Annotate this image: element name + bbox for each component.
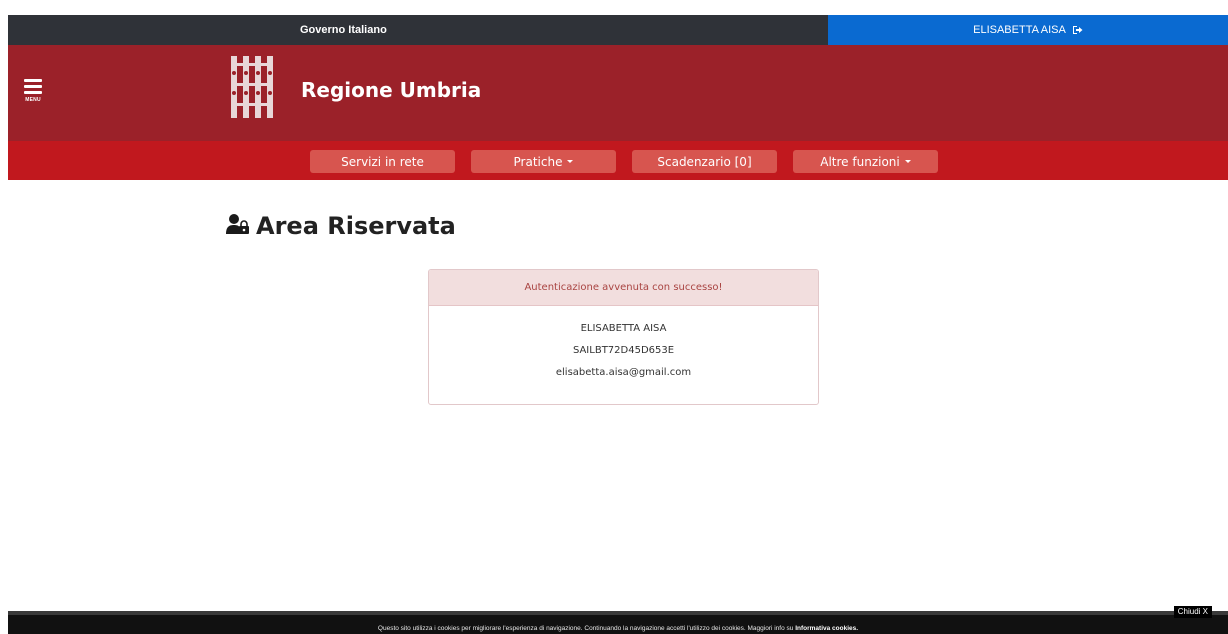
cookie-close-button[interactable]: Chiudi X <box>1173 606 1212 618</box>
government-section: Governo Italiano <box>8 15 828 45</box>
user-lock-icon <box>226 213 250 240</box>
main-navigation: Servizi in rete Pratiche Scadenzario [0]… <box>8 141 1228 180</box>
menu-label: MENU <box>25 97 41 103</box>
user-info-card: Autenticazione avvenuta con successo! EL… <box>428 269 819 405</box>
cookie-banner-border <box>8 611 1228 615</box>
nav-servizi-in-rete[interactable]: Servizi in rete <box>310 150 455 173</box>
nav-label: Scadenzario [0] <box>657 154 752 169</box>
cookie-banner: Chiudi X Questo sito utilizza i cookies … <box>8 606 1228 634</box>
page: Governo Italiano ELISABETTA AISA MENU Re… <box>0 0 1228 634</box>
government-label[interactable]: Governo Italiano <box>300 24 387 36</box>
page-title: Area Riservata <box>256 212 456 240</box>
user-fiscal-code: SAILBT72D45D653E <box>572 345 675 356</box>
hamburger-icon-line <box>24 85 42 88</box>
sign-out-icon <box>1072 25 1083 35</box>
nav-label: Servizi in rete <box>341 154 424 169</box>
cookie-message: Questo sito utilizza i cookies per migli… <box>8 625 1228 632</box>
nav-altre-funzioni[interactable]: Altre funzioni <box>793 150 938 173</box>
menu-button[interactable]: MENU <box>24 79 42 105</box>
user-logout-button[interactable]: ELISABETTA AISA <box>828 15 1228 45</box>
brand-title[interactable]: Regione Umbria <box>301 78 481 102</box>
nav-pratiche[interactable]: Pratiche <box>471 150 616 173</box>
cookie-text-end: . <box>856 625 859 632</box>
user-full-name: ELISABETTA AISA <box>580 323 667 334</box>
hamburger-icon-line <box>24 79 42 82</box>
user-details: ELISABETTA AISA SAILBT72D45D653E elisabe… <box>429 306 818 389</box>
user-name: ELISABETTA AISA <box>973 24 1066 36</box>
nav-label: Pratiche <box>513 154 563 169</box>
cookie-text: Questo sito utilizza i cookies per migli… <box>377 625 796 632</box>
page-heading: Area Riservata <box>226 212 456 240</box>
success-alert: Autenticazione avvenuta con successo! <box>429 270 818 306</box>
government-bar: Governo Italiano ELISABETTA AISA <box>8 15 1228 45</box>
hamburger-icon-line <box>24 91 42 94</box>
caret-down-icon <box>904 160 911 163</box>
caret-down-icon <box>567 160 574 163</box>
regione-umbria-logo-icon[interactable] <box>230 55 276 119</box>
site-header: MENU Regione Umbria <box>8 45 1228 141</box>
nav-label: Altre funzioni <box>820 154 900 169</box>
cookie-info-link[interactable]: Informativa cookies <box>795 625 856 632</box>
user-email: elisabetta.aisa@gmail.com <box>555 367 692 378</box>
nav-scadenzario[interactable]: Scadenzario [0] <box>632 150 777 173</box>
